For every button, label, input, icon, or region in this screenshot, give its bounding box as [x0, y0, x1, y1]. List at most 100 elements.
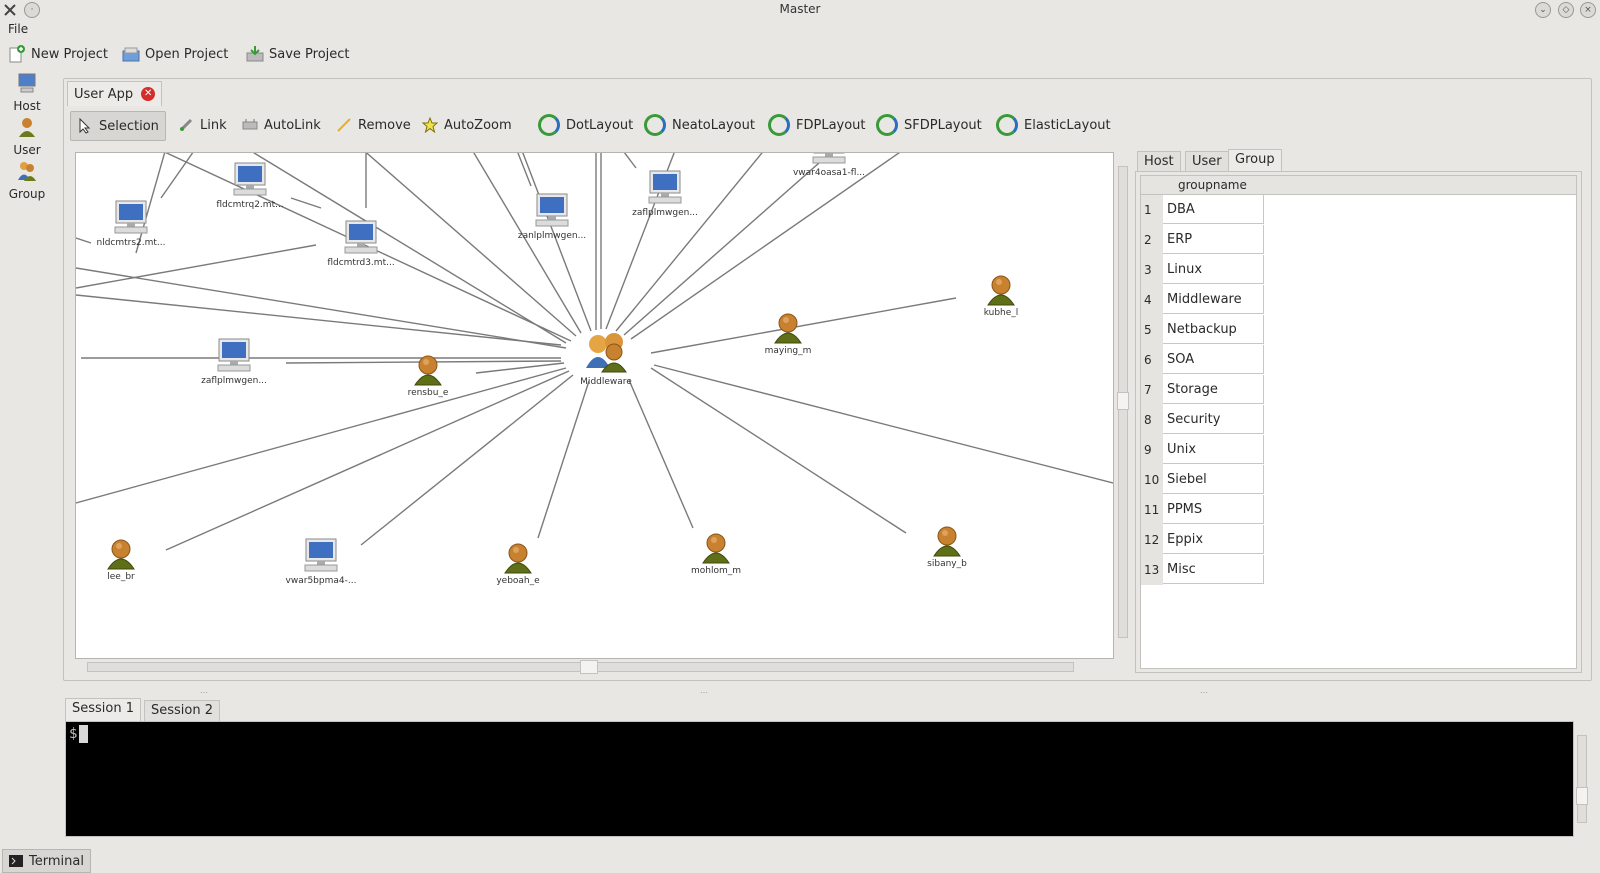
table-row[interactable]: 2 ERP: [1141, 225, 1576, 255]
splitter-handle[interactable]: …: [700, 686, 708, 695]
row-number[interactable]: 3: [1141, 255, 1163, 285]
mode-autozoom[interactable]: AutoZoom: [416, 111, 518, 139]
graph-node-host[interactable]: zanlplmwgen...: [518, 193, 586, 241]
mode-elasticlayout[interactable]: ElasticLayout: [990, 111, 1117, 139]
tab-session-1[interactable]: Session 1: [65, 698, 142, 721]
tab-session-2[interactable]: Session 2: [144, 700, 221, 721]
taskbar-terminal-button[interactable]: Terminal: [2, 849, 91, 873]
graph-node-user[interactable]: lee_br: [107, 539, 135, 582]
splitter-handle[interactable]: …: [1200, 686, 1208, 695]
table-row[interactable]: 12 Eppix: [1141, 525, 1576, 555]
graph-node-host[interactable]: fldcmtrq2.mt...: [216, 162, 284, 210]
graph-node-host[interactable]: vwar5bpma4-...: [286, 538, 357, 586]
groupname-cell[interactable]: ERP: [1163, 225, 1264, 254]
row-number[interactable]: 12: [1141, 525, 1163, 555]
graph-node-host[interactable]: fldcmtrd3.mt...: [327, 220, 395, 268]
row-number[interactable]: 1: [1141, 195, 1163, 225]
terminal-scrollbar[interactable]: [1575, 721, 1589, 835]
table-row[interactable]: 8 Security: [1141, 405, 1576, 435]
table-row[interactable]: 5 Netbackup: [1141, 315, 1576, 345]
splitter-handle[interactable]: …: [200, 686, 208, 695]
groupname-cell[interactable]: Middleware: [1163, 285, 1264, 314]
maximize-button[interactable]: ◇: [1558, 2, 1574, 18]
graph-node-group[interactable]: Middleware: [580, 333, 632, 387]
group-table[interactable]: groupname 1 DBA 2 ERP 3 Linux 4 Middleware 5 Netb…: [1140, 175, 1577, 669]
row-number[interactable]: 2: [1141, 225, 1163, 255]
mode-fdplayout[interactable]: FDPLayout: [762, 111, 872, 139]
node-label: zaflplmwgen...: [632, 208, 698, 218]
dock-host[interactable]: Host: [4, 72, 50, 113]
table-row[interactable]: 4 Middleware: [1141, 285, 1576, 315]
row-number[interactable]: 4: [1141, 285, 1163, 315]
tab-user[interactable]: User: [1185, 151, 1229, 172]
minimize-button[interactable]: ⌄: [1535, 2, 1551, 18]
row-number[interactable]: 9: [1141, 435, 1163, 465]
row-number[interactable]: 5: [1141, 315, 1163, 345]
graph-vertical-scrollbar[interactable]: [1116, 152, 1130, 657]
table-row[interactable]: 6 SOA: [1141, 345, 1576, 375]
table-row[interactable]: 1 DBA: [1141, 195, 1576, 225]
mode-sfdplayout[interactable]: SFDPLayout: [870, 111, 988, 139]
groupname-cell[interactable]: Security: [1163, 405, 1264, 434]
groupname-cell[interactable]: DBA: [1163, 195, 1264, 224]
hscroll-thumb[interactable]: [580, 660, 598, 674]
table-row[interactable]: 10 Siebel: [1141, 465, 1576, 495]
graph-canvas[interactable]: fldcmtrq2.mt... nldcmtrs2.mt... fldcmtrd3.…: [75, 152, 1114, 659]
graph-node-user[interactable]: mohlom_m: [691, 533, 741, 576]
terminal-scroll-track[interactable]: [1577, 735, 1587, 823]
row-number[interactable]: 13: [1141, 555, 1163, 585]
tab-user-app[interactable]: User App ✕: [67, 81, 163, 106]
dock-group[interactable]: Group: [4, 160, 50, 201]
open-project-button[interactable]: Open Project: [122, 42, 228, 66]
table-row[interactable]: 7 Storage: [1141, 375, 1576, 405]
row-number[interactable]: 8: [1141, 405, 1163, 435]
mode-neatolayout[interactable]: NeatoLayout: [638, 111, 761, 139]
graph-node-host[interactable]: vwar4oasa1-fl...: [793, 153, 865, 178]
dock-user[interactable]: User: [4, 116, 50, 157]
terminal-scroll-thumb[interactable]: [1576, 787, 1588, 805]
groupname-column-header[interactable]: groupname: [1178, 178, 1247, 192]
mode-link[interactable]: Link: [172, 111, 233, 139]
save-project-button[interactable]: Save Project: [246, 42, 350, 66]
vscroll-thumb[interactable]: [1117, 392, 1129, 410]
groupname-cell[interactable]: SOA: [1163, 345, 1264, 374]
row-number[interactable]: 10: [1141, 465, 1163, 495]
table-row[interactable]: 9 Unix: [1141, 435, 1576, 465]
row-number[interactable]: 7: [1141, 375, 1163, 405]
mode-remove[interactable]: Remove: [330, 111, 417, 139]
table-row[interactable]: 11 PPMS: [1141, 495, 1576, 525]
row-number[interactable]: 6: [1141, 345, 1163, 375]
menu-file[interactable]: File: [8, 22, 28, 36]
graph-node-host[interactable]: zaflplmwgen...: [632, 170, 698, 218]
graph-node-user[interactable]: sibany_b: [927, 526, 967, 569]
groupname-cell[interactable]: Storage: [1163, 375, 1264, 404]
graph-horizontal-scrollbar[interactable]: [75, 659, 1112, 674]
row-number[interactable]: 11: [1141, 495, 1163, 525]
graph-view[interactable]: fldcmtrq2.mt... nldcmtrs2.mt... fldcmtrd3.…: [76, 153, 1113, 658]
group-table-header[interactable]: groupname: [1141, 176, 1576, 195]
groupname-cell[interactable]: Misc: [1163, 555, 1264, 584]
graph-node-host[interactable]: nldcmtrs2.mt...: [96, 200, 166, 248]
table-row[interactable]: 3 Linux: [1141, 255, 1576, 285]
mode-selection[interactable]: Selection: [70, 111, 166, 141]
terminal-view[interactable]: $: [65, 721, 1574, 837]
graph-node-user[interactable]: maying_m: [765, 313, 812, 356]
graph-node-user[interactable]: yeboah_e: [496, 543, 540, 586]
user-icon: [107, 539, 135, 570]
table-row[interactable]: 13 Misc: [1141, 555, 1576, 585]
tab-group[interactable]: Group: [1228, 149, 1282, 172]
mode-dotlayout[interactable]: DotLayout: [532, 111, 639, 139]
groupname-cell[interactable]: Siebel: [1163, 465, 1264, 494]
graph-node-host[interactable]: zaflplmwgen...: [201, 338, 267, 386]
close-tab-icon[interactable]: ✕: [141, 87, 156, 101]
groupname-cell[interactable]: Unix: [1163, 435, 1264, 464]
tab-host[interactable]: Host: [1137, 151, 1181, 172]
close-window-button[interactable]: ×: [1580, 2, 1596, 18]
groupname-cell[interactable]: Netbackup: [1163, 315, 1264, 344]
groupname-cell[interactable]: Linux: [1163, 255, 1264, 284]
groupname-cell[interactable]: Eppix: [1163, 525, 1264, 554]
mode-autolink[interactable]: AutoLink: [236, 111, 327, 139]
groupname-cell[interactable]: PPMS: [1163, 495, 1264, 524]
new-project-button[interactable]: New Project: [8, 42, 108, 66]
graph-node-user[interactable]: kubhe_l: [984, 275, 1019, 318]
